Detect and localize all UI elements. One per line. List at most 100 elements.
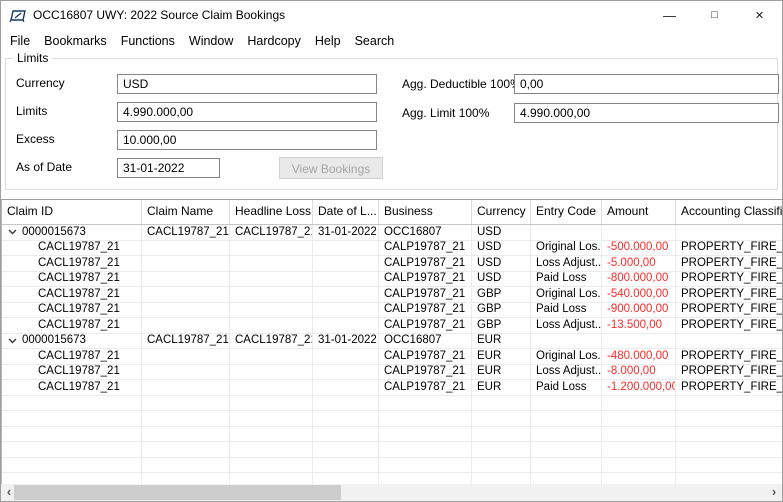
cell [379,457,472,473]
cell [602,442,676,458]
table-row[interactable]: 0000015673 CACL19787_21 CACL19787_21 31-01-… [2,333,782,349]
menu-item-window[interactable]: Window [182,34,240,48]
column-header[interactable]: Claim ID [2,200,142,224]
column-header[interactable]: Amount [602,200,676,224]
cell [313,442,379,458]
cell: CALP19787_21 [379,318,472,334]
column-header[interactable]: Accounting Classific... [676,200,782,224]
table-row[interactable]: CACL19787_21 CALP19787_21 GBP Loss Adjust..… [2,318,782,334]
menu-item-functions[interactable]: Functions [114,34,182,48]
cell: -480.000,00 [602,349,676,365]
cell [676,396,782,411]
minimize-icon[interactable]: — [647,1,692,29]
cell [313,395,379,411]
menu-item-search[interactable]: Search [348,34,402,48]
cell: -900.000,00 [602,302,676,318]
cell [230,411,313,427]
table-row[interactable]: 0000015673 CACL19787_21 CACL19787_21 31-01-… [2,225,782,241]
cell [142,240,230,256]
excess-label: Excess [16,132,55,146]
chevron-down-icon[interactable] [8,229,17,235]
cell: CALP19787_21 [379,302,472,318]
column-header[interactable]: Entry Code [531,200,602,224]
cell: PROPERTY_FIRE_C [676,256,782,272]
close-icon[interactable]: ✕ [737,1,782,29]
menu-item-hardcopy[interactable]: Hardcopy [240,34,308,48]
cell: CACL19787_21 [2,364,142,380]
table-row[interactable]: CACL19787_21 CALP19787_21 GBP Original Los.… [2,287,782,303]
cell: GBP [472,302,531,318]
grid-body: 0000015673 CACL19787_21 CACL19787_21 31-01-… [2,225,782,485]
agg-deductible-field[interactable] [514,74,779,94]
cell: PROPERTY_FIRE_C [676,272,782,287]
cell: CACL19787_21 [2,256,142,272]
table-row[interactable]: CACL19787_21 CALP19787_21 EUR Original Los.… [2,349,782,365]
cell [142,411,230,427]
table-row[interactable]: CACL19787_21 CALP19787_21 EUR Loss Adjust..… [2,364,782,380]
cell: CACL19787_21 [2,287,142,303]
scroll-right-icon[interactable]: › [766,484,782,501]
cell: CACL19787_21 [2,318,142,334]
table-row[interactable]: CACL19787_21 CALP19787_21 EUR Paid Loss -1.2… [2,380,782,396]
cell: Original Los... [531,240,602,256]
cell [230,240,313,256]
column-header[interactable]: Date of L... [313,200,379,224]
table-row[interactable]: CACL19787_21 CALP19787_21 GBP Paid Loss -900… [2,302,782,318]
cell: CACL19787_21 [142,333,230,349]
horizontal-scrollbar[interactable]: ‹ › [1,484,782,501]
agg-limit-field[interactable] [514,103,779,123]
as-of-date-field[interactable] [117,158,220,178]
empty-row [2,426,782,442]
cell: -540.000,00 [602,287,676,303]
cell [676,458,782,473]
currency-field[interactable] [117,74,377,94]
cell: PROPERTY_FIRE_C [676,349,782,365]
cell [142,271,230,287]
column-header[interactable]: Claim Name [142,200,230,224]
table-row[interactable]: CACL19787_21 CALP19787_21 USD Loss Adjust..… [2,256,782,272]
claims-grid: Claim ID Claim Name Headline Loss Date of L… [1,199,782,485]
cell [313,426,379,442]
cell [142,364,230,380]
table-row[interactable]: CACL19787_21 CALP19787_21 USD Original Los.… [2,240,782,256]
scrollbar-thumb[interactable] [14,485,341,500]
empty-row [2,395,782,411]
cell: USD [472,271,531,287]
cell: GBP [472,318,531,334]
cell [230,349,313,365]
column-header[interactable]: Business [379,200,472,224]
cell: Paid Loss [531,380,602,396]
cell [602,333,676,349]
cell [531,225,602,241]
cell [230,442,313,458]
app-icon [9,8,26,23]
cell: 31-01-2022 [313,225,379,241]
limits-field[interactable] [117,102,377,122]
cell [230,395,313,411]
chevron-down-icon[interactable] [8,338,17,344]
cell: -1.200.000,00 [602,380,676,396]
cell: -500.000,00 [602,240,676,256]
cell [2,395,142,411]
cell [676,411,782,427]
cell [602,457,676,473]
cell [313,318,379,334]
cell [472,457,531,473]
view-bookings-button[interactable]: View Bookings [279,157,383,179]
cell [230,271,313,287]
cell [602,411,676,427]
column-header[interactable]: Currency [472,200,531,224]
excess-field[interactable] [117,130,377,150]
limits-legend: Limits [13,51,53,65]
cell [676,334,782,349]
menu-item-help[interactable]: Help [308,34,348,48]
menu-item-bookmarks[interactable]: Bookmarks [37,34,114,48]
maximize-icon[interactable]: □ [692,1,737,29]
table-row[interactable]: CACL19787_21 CALP19787_21 USD Paid Loss -800… [2,271,782,287]
cell [230,302,313,318]
column-header[interactable]: Headline Loss [230,200,313,224]
cell [2,411,142,427]
cell: 31-01-2022 [313,333,379,349]
cell: CALP19787_21 [379,271,472,287]
menu-item-file[interactable]: File [3,34,37,48]
